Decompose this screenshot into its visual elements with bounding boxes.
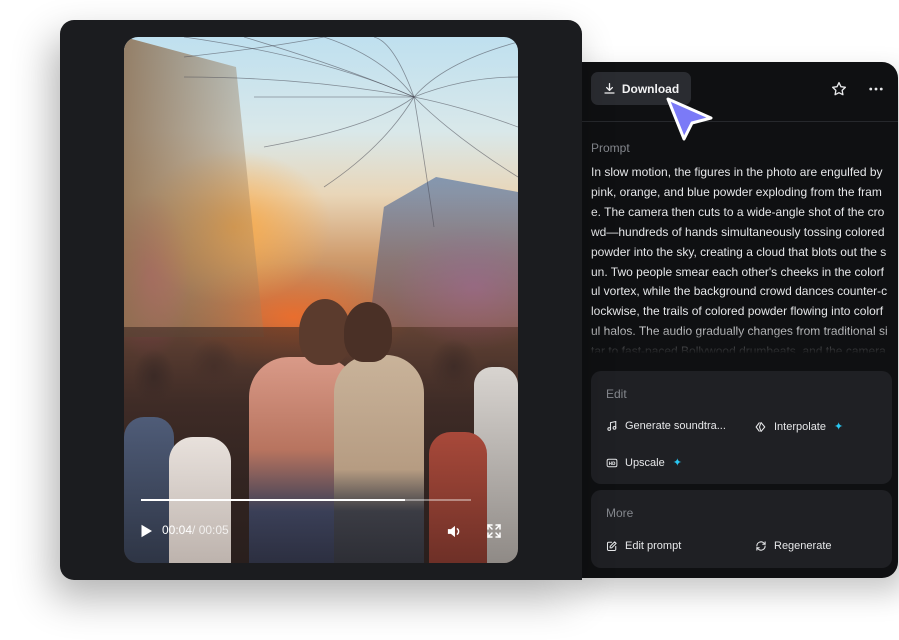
video-scene-wires	[183, 37, 518, 228]
edit-icon	[606, 541, 617, 552]
video-player[interactable]: 00:04/ 00:05	[124, 37, 518, 563]
prompt-fade	[591, 324, 889, 354]
interpolate-label: Interpolate	[774, 420, 826, 433]
video-scene-figure	[124, 417, 174, 563]
current-time: 00:04	[162, 523, 193, 537]
regenerate-button[interactable]: Regenerate	[755, 540, 832, 552]
video-progress-fill	[141, 499, 405, 501]
edit-prompt-label: Edit prompt	[625, 540, 682, 552]
download-icon	[604, 82, 615, 94]
interpolate-button[interactable]: Interpolate ✦	[755, 420, 843, 433]
duration: / 00:05	[192, 523, 229, 537]
music-note-icon	[607, 420, 617, 431]
fullscreen-icon[interactable]	[486, 523, 502, 539]
hd-icon: HD	[606, 458, 618, 467]
upscale-button[interactable]: HD Upscale ✦	[606, 456, 682, 469]
svg-text:HD: HD	[609, 460, 616, 465]
edit-card: Edit Generate soundtra... Interpolate ✦ …	[591, 371, 892, 484]
more-card-title: More	[606, 506, 634, 520]
video-progress-bar[interactable]	[141, 499, 471, 501]
edit-prompt-button[interactable]: Edit prompt	[606, 540, 681, 552]
panel-toolbar: Download	[560, 62, 898, 122]
video-controls: 00:04/ 00:05	[138, 521, 504, 541]
pointer-cursor-icon	[666, 97, 713, 141]
download-label: Download	[621, 81, 680, 96]
edit-card-title: Edit	[606, 387, 627, 401]
star-icon[interactable]	[830, 80, 848, 98]
prompt-label: Prompt	[591, 141, 630, 155]
video-time: 00:04/ 00:05	[162, 523, 229, 537]
more-horizontal-icon[interactable]	[867, 80, 885, 98]
video-scene-child	[429, 432, 487, 563]
upscale-label: Upscale	[625, 456, 665, 469]
details-panel: Download Prompt In slow motion, the figu…	[560, 62, 898, 578]
video-scene-man-head	[344, 302, 392, 362]
volume-icon[interactable]	[446, 523, 463, 540]
regenerate-label: Regenerate	[774, 540, 832, 552]
play-icon[interactable]	[138, 523, 154, 539]
sparkle-icon: ✦	[672, 457, 682, 469]
interpolate-icon	[755, 421, 766, 432]
generate-soundtrack-button[interactable]: Generate soundtra...	[606, 420, 726, 432]
regenerate-icon	[756, 541, 766, 551]
generate-soundtrack-label: Generate soundtra...	[625, 420, 726, 432]
sparkle-icon: ✦	[833, 421, 844, 433]
more-card: More Edit prompt Regenerate	[591, 490, 892, 568]
